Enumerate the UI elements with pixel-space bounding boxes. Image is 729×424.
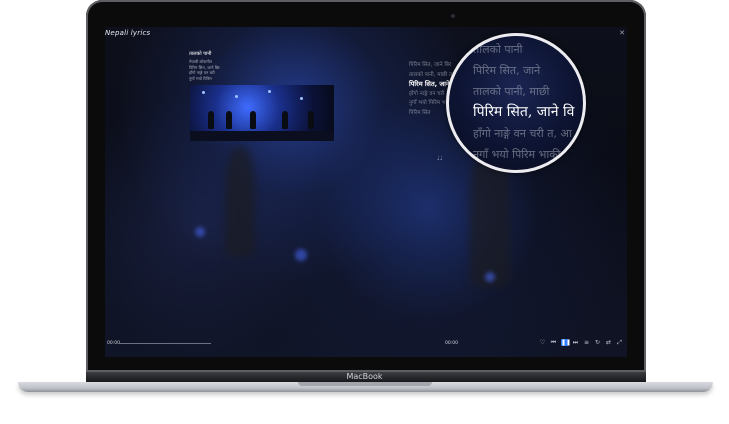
stage-light bbox=[268, 90, 271, 93]
app-logo[interactable]: Nepali lyrics bbox=[105, 29, 150, 37]
left-lyrics-panel: तालको पानी नेपाली लोकगीत पिरिम सित, जाने… bbox=[189, 51, 249, 81]
musician bbox=[282, 111, 288, 129]
repeat-icon[interactable]: ↻ bbox=[594, 339, 601, 346]
prev-icon[interactable]: ⏮ bbox=[550, 339, 557, 346]
background-figure bbox=[225, 147, 255, 257]
next-icon[interactable]: ⏭ bbox=[572, 339, 579, 346]
time-total: 00:00 bbox=[445, 341, 458, 346]
close-icon[interactable]: ✕ bbox=[619, 29, 625, 37]
magnifier-lens: तालको पानी पिरिम सित, जाने तालको पानी, म… bbox=[446, 33, 586, 173]
device-brand: MacBook bbox=[346, 372, 383, 381]
music-note-icon: ♩♩ bbox=[437, 155, 443, 162]
magnified-line: तालको पानी, माछी bbox=[473, 85, 550, 98]
camera bbox=[451, 14, 455, 18]
heart-icon[interactable]: ♡ bbox=[539, 339, 546, 346]
magnified-line: नुगाँ भयो पिरिम भाकी bbox=[473, 148, 561, 161]
magnified-line: पिरिम सित, जाने bbox=[473, 64, 541, 77]
musician bbox=[250, 111, 256, 129]
background-light bbox=[295, 249, 307, 261]
musician bbox=[208, 111, 214, 129]
magnified-line: तालको पानी bbox=[473, 43, 523, 56]
video-thumbnail[interactable] bbox=[190, 85, 334, 141]
list-icon[interactable]: ≡ bbox=[583, 339, 590, 346]
musician bbox=[226, 111, 232, 129]
progress-bar[interactable] bbox=[119, 343, 211, 344]
song-title: तालको पानी bbox=[189, 51, 212, 57]
musician bbox=[308, 111, 314, 129]
stage-floor bbox=[190, 131, 334, 141]
lyric-line: नुगाँ भयो पिरिम bbox=[189, 75, 212, 81]
magnified-lyrics: तालको पानी पिरिम सित, जाने तालको पानी, म… bbox=[473, 39, 583, 165]
player-controls: ♡ ⏮ ❚❚ ⏭ ≡ ↻ ⇄ ⤢ bbox=[539, 339, 623, 346]
laptop-notch bbox=[298, 382, 432, 386]
stage-light bbox=[202, 91, 205, 94]
shuffle-icon[interactable]: ⇄ bbox=[605, 339, 612, 346]
stage-light bbox=[300, 97, 303, 100]
magnified-active-line: पिरिम सित, जाने वि bbox=[473, 104, 575, 120]
pause-icon[interactable]: ❚❚ bbox=[561, 339, 571, 346]
player-bar: 00:00 00:00 ♡ ⏮ ❚❚ ⏭ ≡ ↻ ⇄ ⤢ bbox=[105, 337, 627, 357]
magnified-line: हाँगो नाङ्गे वन चरी त, आ bbox=[473, 127, 572, 140]
background-light bbox=[485, 272, 495, 282]
fullscreen-icon[interactable]: ⤢ bbox=[616, 339, 623, 346]
stage-light bbox=[235, 95, 238, 98]
background-light bbox=[195, 227, 205, 237]
